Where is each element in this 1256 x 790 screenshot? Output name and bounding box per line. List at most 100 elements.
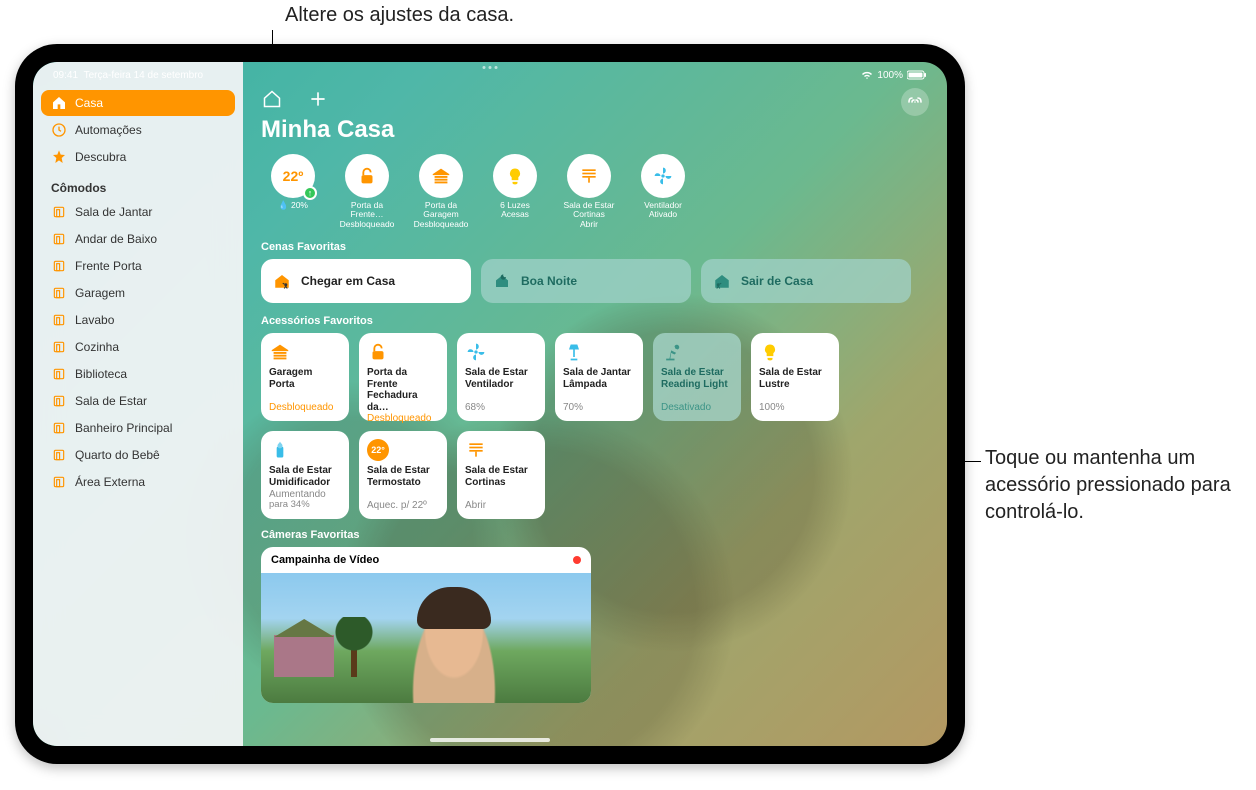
status-left: 09:41 Terça-feira 14 de setembro — [53, 70, 203, 81]
status-label: Porta da Frente… — [335, 201, 399, 220]
sidebar-room--rea-externa[interactable]: Área Externa — [41, 469, 235, 495]
garage-icon — [419, 154, 463, 198]
lock-icon — [345, 154, 389, 198]
scene-label: Boa Noite — [521, 274, 577, 288]
accessory-name: Lâmpada — [563, 379, 635, 391]
scene-label: Chegar em Casa — [301, 274, 395, 288]
add-button[interactable] — [307, 88, 329, 110]
scene-chegar-em-casa[interactable]: Chegar em Casa — [261, 259, 471, 303]
page-title: Minha Casa — [261, 116, 929, 144]
room-icon — [51, 312, 67, 328]
accessory-status-2: para 34% — [269, 500, 341, 511]
accessory-status: Desbloqueado — [269, 402, 341, 414]
accessory-status: Desbloqueado — [367, 413, 439, 425]
fan-icon — [465, 341, 487, 363]
status-chip[interactable]: 6 LuzesAcesas — [483, 154, 547, 229]
status-sublabel: Abrir — [580, 220, 598, 229]
status-chip[interactable]: Sala de Estar CortinasAbrir — [557, 154, 621, 229]
cameras-title: Câmeras Favoritas — [261, 529, 929, 541]
sidebar-room-andar-de-baixo[interactable]: Andar de Baixo — [41, 226, 235, 252]
accessory-tile[interactable]: Sala de Estar Cortinas Abrir — [457, 431, 545, 519]
status-time: 09:41 — [53, 70, 78, 81]
leave-icon — [713, 272, 731, 290]
scenes-title: Cenas Favoritas — [261, 241, 929, 253]
camera-preview — [261, 573, 591, 703]
sidebar-item-descubra[interactable]: Descubra — [41, 144, 235, 170]
sidebar-room-sala-de-jantar[interactable]: Sala de Jantar — [41, 199, 235, 225]
sidebar-room-cozinha[interactable]: Cozinha — [41, 334, 235, 360]
battery-icon — [907, 70, 927, 80]
room-icon — [51, 285, 67, 301]
sidebar-room-label: Sala de Jantar — [75, 205, 152, 219]
star-icon — [51, 149, 67, 165]
sidebar-room-biblioteca[interactable]: Biblioteca — [41, 361, 235, 387]
accessory-status: Aquec. p/ 22º — [367, 500, 439, 512]
bulb-icon — [759, 341, 781, 363]
sidebar-room-label: Frente Porta — [75, 259, 142, 273]
accessory-tile[interactable]: Sala de Jantar Lâmpada 70% — [555, 333, 643, 421]
accessory-tile[interactable]: Sala de Estar Lustre 100% — [751, 333, 839, 421]
garage-icon — [269, 341, 291, 363]
accessory-room: Porta da Frente — [367, 367, 439, 390]
room-icon — [51, 339, 67, 355]
lamp-icon — [563, 341, 585, 363]
accessory-room: Sala de Jantar — [563, 367, 635, 379]
accessory-room: Sala de Estar — [367, 465, 439, 477]
sidebar-room-garagem[interactable]: Garagem — [41, 280, 235, 306]
status-chip[interactable]: Porta da Frente…Desbloqueado — [335, 154, 399, 229]
accessory-tile[interactable]: 22° Sala de Estar Termostato Aquec. p/ 2… — [359, 431, 447, 519]
sidebar-room-label: Biblioteca — [75, 367, 127, 381]
status-chip[interactable]: Porta da GaragemDesbloqueado — [409, 154, 473, 229]
room-icon — [51, 258, 67, 274]
accessory-name: Reading Light — [661, 379, 733, 391]
lock-icon — [367, 341, 389, 363]
accessory-tile[interactable]: Sala de Estar Ventilador 68% — [457, 333, 545, 421]
sidebar-item-casa[interactable]: Casa — [41, 90, 235, 116]
sidebar-room-banheiro-principal[interactable]: Banheiro Principal — [41, 415, 235, 441]
accessory-name: Cortinas — [465, 477, 537, 489]
blinds-icon — [567, 154, 611, 198]
status-bar: 09:41 Terça-feira 14 de setembro 100% — [33, 66, 947, 84]
callout-top: Altere os ajustes da casa. — [285, 2, 514, 29]
camera-face — [409, 593, 499, 703]
camera-name: Campainha de Vídeo — [271, 554, 379, 566]
recording-indicator-icon — [573, 556, 581, 564]
accessory-room: Sala de Estar — [759, 367, 831, 379]
humidity-icon: 💧 20% — [278, 201, 308, 210]
sidebar-item-automa-es[interactable]: Automações — [41, 117, 235, 143]
sidebar-room-frente-porta[interactable]: Frente Porta — [41, 253, 235, 279]
sidebar-room-label: Andar de Baixo — [75, 232, 157, 246]
accessory-tile[interactable]: Sala de Estar Reading Light Desativado — [653, 333, 741, 421]
sidebar-rooms-title: Cômodos — [51, 181, 225, 195]
accessories-title: Acessórios Favoritos — [261, 315, 929, 327]
blinds-icon — [465, 439, 487, 461]
status-label: Sala de Estar Cortinas — [557, 201, 621, 220]
sidebar-room-quarto-do-beb-[interactable]: Quarto do Bebê — [41, 442, 235, 468]
home-settings-button[interactable] — [261, 88, 283, 110]
callout-right: Toque ou mantenha um acessório pressiona… — [985, 445, 1245, 526]
scene-boa-noite[interactable]: Boa Noite — [481, 259, 691, 303]
status-chip[interactable]: VentiladorAtivado — [631, 154, 695, 229]
accessory-name: Termostato — [367, 477, 439, 489]
sidebar-room-label: Lavabo — [75, 313, 114, 327]
accessory-room: Sala de Estar — [465, 465, 537, 477]
sidebar-room-lavabo[interactable]: Lavabo — [41, 307, 235, 333]
sidebar-room-sala-de-estar[interactable]: Sala de Estar — [41, 388, 235, 414]
desk-lamp-icon — [661, 341, 683, 363]
accessory-name: Porta — [269, 379, 341, 391]
camera-card[interactable]: Campainha de Vídeo — [261, 547, 591, 703]
accessory-tile[interactable]: Porta da Frente Fechadura da… Desbloquea… — [359, 333, 447, 421]
accessory-name: Fechadura da… — [367, 390, 439, 413]
status-sublabel: Desbloqueado — [340, 220, 395, 229]
accessory-tile[interactable]: Sala de Estar Umidificador Aumentando pa… — [261, 431, 349, 519]
climate-temp: 22º — [283, 168, 304, 184]
status-sublabel: Acesas — [501, 210, 529, 219]
sidebar-item-label: Casa — [75, 96, 103, 110]
scene-sair-de-casa[interactable]: Sair de Casa — [701, 259, 911, 303]
clock-icon — [51, 122, 67, 138]
home-icon — [51, 95, 67, 111]
announce-button[interactable] — [901, 88, 929, 116]
accessory-tile[interactable]: Garagem Porta Desbloqueado — [261, 333, 349, 421]
accessory-name: Ventilador — [465, 379, 537, 391]
climate-chip[interactable]: 22º↑ 💧 20% — [261, 154, 325, 229]
